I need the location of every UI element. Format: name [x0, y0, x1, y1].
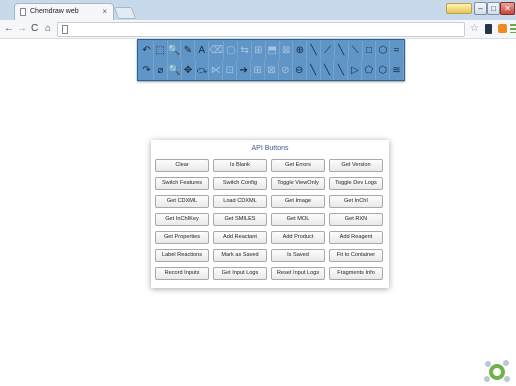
browser-titlebar: Chemdraw web × – □ ✕ [0, 0, 516, 20]
toolbar-tool-icon[interactable]: ⊘ [279, 61, 293, 80]
extension-icon[interactable] [498, 24, 507, 33]
toolbar-tool-icon[interactable]: ⊠ [265, 61, 279, 80]
get-cdxml-button[interactable]: Get CDXML [155, 195, 209, 208]
toolbar-tool-icon[interactable]: ⊡ [223, 61, 238, 80]
get-version-button[interactable]: Get Version [329, 159, 383, 172]
label-reactions-button[interactable]: Label Reactions [155, 249, 209, 262]
record-inputs-button[interactable]: Record Inputs [155, 267, 209, 280]
toolbar-tool-icon[interactable]: ⬡ [376, 61, 391, 80]
toolbar-tool-icon[interactable]: □ [363, 41, 377, 60]
get-smiles-button[interactable]: Get SMILES [213, 213, 267, 226]
switch-config-button[interactable]: Switch Config [213, 177, 267, 190]
toolbar-tool-icon[interactable]: ⊕ [293, 41, 308, 60]
forward-icon[interactable]: → [17, 22, 27, 36]
get-inchi-button[interactable]: Get InChI [329, 195, 383, 208]
chemdraw-logo-icon [484, 360, 510, 382]
toolbar-tool-icon[interactable]: ⊠ [280, 41, 294, 60]
is-saved-button[interactable]: Is Saved [271, 249, 325, 262]
toggle-dev-logs-button[interactable]: Toggle Dev Logs [329, 177, 383, 190]
toolbar-tool-icon[interactable]: ▢ [224, 41, 239, 60]
page-icon [20, 8, 26, 16]
home-icon[interactable]: ⌂ [45, 22, 51, 36]
browser-tab[interactable]: Chemdraw web × [14, 3, 114, 20]
add-reagent-button[interactable]: Add Reagent [329, 231, 383, 244]
toolbar-tool-icon[interactable]: 🔍 [168, 61, 182, 80]
browser-toolbar: ← → C ⌂ ☆ [0, 20, 516, 39]
toolbar-tool-icon[interactable]: ⋉ [209, 61, 224, 80]
tab-close-icon[interactable]: × [102, 7, 107, 16]
mark-as-saved-button[interactable]: Mark as Saved [213, 249, 267, 262]
toolbar-tool-icon[interactable]: ⌫ [209, 41, 225, 60]
toolbar-row-2: ↷ ⌀ 🔍 ✥ ⤼ ⋉ ⊡ ➔ ⊞ ⊠ ⊘ ⊖ ╲ ╲ ╲ ▷ ⬠ ⬡ ≋ [140, 61, 404, 80]
minimize-button[interactable]: – [474, 2, 487, 15]
get-image-button[interactable]: Get Image [271, 195, 325, 208]
close-window-button[interactable]: ✕ [500, 2, 515, 15]
bookmark-star-icon[interactable]: ☆ [470, 23, 479, 34]
toolbar-tool-icon[interactable]: ⬚ [154, 41, 168, 60]
toolbar-tool-icon[interactable]: ╲ [334, 61, 349, 80]
toolbar-tool-icon[interactable]: ≈ [390, 41, 405, 60]
toolbar-tool-icon[interactable]: ⟍ [349, 41, 363, 60]
load-cdxml-button[interactable]: Load CDXML [213, 195, 267, 208]
new-tab-button[interactable] [113, 7, 137, 19]
toolbar-tool-icon[interactable]: ╲ [307, 61, 321, 80]
is-blank-button[interactable]: Is Blank [213, 159, 267, 172]
toolbar-tool-icon[interactable]: ⬠ [362, 61, 377, 80]
chemdraw-toolbar: ↶ ⬚ 🔍 ✎ A ⌫ ▢ ⇆ ⊞ ⬒ ⊠ ⊕ ╲ ⟋ ╲ ⟍ □ ⬡ ≈ ↷ ⌀ 🔍 ✥ ⤼ ⋉ ⊡ ➔ ⊞ ⊠ ⊘ ⊖ ╲ ╲ ╲ ▷ ⬠ ⬡ ≋ [137, 39, 405, 81]
toolbar-tool-icon[interactable]: ↷ [140, 61, 154, 80]
toolbar-tool-icon[interactable]: ⊞ [251, 61, 266, 80]
toolbar-tool-icon[interactable]: ⟋ [321, 41, 335, 60]
clear-button[interactable]: Clear [155, 159, 209, 172]
panel-title: API Buttons [251, 145, 289, 152]
toolbar-tool-icon[interactable]: ⇆ [238, 41, 252, 60]
switch-features-button[interactable]: Switch Features [155, 177, 209, 190]
toolbar-tool-icon[interactable]: ⬒ [266, 41, 280, 60]
get-rxn-button[interactable]: Get RXN [329, 213, 383, 226]
tab-title: Chemdraw web [30, 8, 79, 15]
toolbar-tool-icon[interactable]: ╲ [321, 61, 335, 80]
reload-icon[interactable]: C [31, 22, 38, 36]
toolbar-tool-icon[interactable]: ▷ [348, 61, 363, 80]
toolbar-tool-icon[interactable]: ⌀ [154, 61, 168, 80]
toolbar-tool-icon[interactable]: ⊞ [252, 41, 266, 60]
toolbar-tool-icon[interactable]: ⬡ [376, 41, 391, 60]
add-reactant-button[interactable]: Add Reactant [213, 231, 267, 244]
toolbar-tool-icon[interactable]: ↶ [140, 41, 154, 60]
fragments-info-button[interactable]: Fragments Info [329, 267, 383, 280]
reset-input-logs-button[interactable]: Reset Input Logs [271, 267, 325, 280]
toolbar-tool-icon[interactable]: ⤼ [196, 61, 210, 80]
api-buttons-panel: API Buttons Clear Is Blank Get Errors Get V… [151, 140, 389, 288]
toolbar-tool-icon[interactable]: A [195, 41, 210, 60]
back-icon[interactable]: ← [4, 22, 14, 36]
toggle-viewonly-button[interactable]: Toggle ViewOnly [271, 177, 325, 190]
toolbar-tool-icon[interactable]: ≋ [390, 61, 404, 80]
toolbar-tool-icon[interactable]: ⊖ [293, 61, 307, 80]
fit-to-container-button[interactable]: Fit to Container [329, 249, 383, 262]
maximize-button[interactable]: □ [487, 2, 500, 15]
extension-icon[interactable] [485, 24, 492, 34]
toolbar-tool-icon[interactable]: ╲ [335, 41, 349, 60]
toolbar-tool-icon[interactable]: ✎ [181, 41, 196, 60]
get-properties-button[interactable]: Get Properties [155, 231, 209, 244]
get-errors-button[interactable]: Get Errors [271, 159, 325, 172]
add-product-button[interactable]: Add Product [271, 231, 325, 244]
get-input-logs-button[interactable]: Get Input Logs [213, 267, 267, 280]
address-bar[interactable] [57, 22, 465, 37]
toolbar-tool-icon[interactable]: ╲ [307, 41, 322, 60]
browser-menu-icon[interactable] [510, 24, 516, 33]
toolbar-tool-icon[interactable]: ➔ [237, 61, 252, 80]
toolbar-row-1: ↶ ⬚ 🔍 ✎ A ⌫ ▢ ⇆ ⊞ ⬒ ⊠ ⊕ ╲ ⟋ ╲ ⟍ □ ⬡ ≈ [140, 41, 405, 60]
toolbar-tool-icon[interactable]: ✥ [182, 61, 196, 80]
toolbar-tool-icon[interactable]: 🔍 [168, 41, 182, 60]
api-button-grid: Clear Is Blank Get Errors Get Version Switch… [155, 159, 385, 280]
page-icon [62, 25, 68, 34]
get-mol-button[interactable]: Get MOL [271, 213, 325, 226]
get-inchikey-button[interactable]: Get InChIKey [155, 213, 209, 226]
user-profile-badge[interactable] [446, 3, 472, 14]
